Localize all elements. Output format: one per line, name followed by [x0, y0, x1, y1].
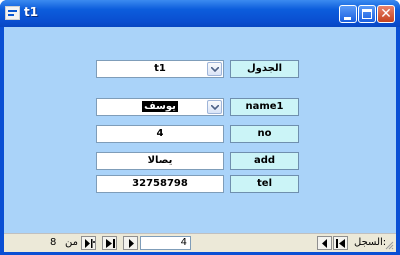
close-icon: ✕: [380, 6, 392, 22]
table-label: الجدول: [230, 60, 299, 78]
add-field-value: يصالا: [147, 155, 173, 166]
record-navigator: السجل: 4 من 8: [4, 233, 396, 252]
table-label-text: الجدول: [246, 63, 283, 74]
record-label: السجل:: [354, 237, 387, 248]
dropdown-arrow-icon: [211, 105, 219, 110]
total-records: 8: [50, 237, 57, 248]
form-window: t1 ✕ t1 الجدول يوسف name1 4 no يصالا add…: [0, 0, 400, 255]
name1-label-text: name1: [245, 101, 284, 112]
add-label: add: [230, 152, 299, 170]
minimize-icon: [344, 17, 351, 20]
window-title: t1: [24, 5, 39, 19]
next-record-icon: [129, 239, 134, 248]
tel-field[interactable]: 32758798: [96, 175, 224, 193]
title-bar[interactable]: t1 ✕: [0, 0, 400, 27]
form-body: t1 الجدول يوسف name1 4 no يصالا add 3275…: [4, 27, 396, 233]
first-record-button[interactable]: [333, 236, 348, 250]
table-combo-dropdown-button[interactable]: [207, 62, 222, 76]
tel-label: tel: [230, 175, 299, 193]
minimize-button[interactable]: [339, 5, 357, 23]
add-label-text: add: [253, 155, 276, 166]
close-button[interactable]: ✕: [377, 5, 395, 23]
name1-combo[interactable]: يوسف: [96, 98, 224, 116]
table-combo[interactable]: t1: [96, 60, 224, 78]
new-record-button[interactable]: [81, 236, 96, 250]
maximize-icon: [362, 9, 372, 19]
new-record-icon: [85, 239, 95, 248]
tel-field-value: 32758798: [132, 178, 188, 189]
no-field-value: 4: [156, 128, 164, 139]
previous-record-icon: [322, 239, 327, 248]
resize-grip-icon[interactable]: [384, 240, 394, 250]
first-record-icon: [336, 239, 345, 248]
no-field[interactable]: 4: [96, 125, 224, 143]
of-label: من: [65, 237, 78, 248]
last-record-icon: [106, 239, 115, 248]
name1-combo-value: يوسف: [142, 101, 178, 112]
no-label-text: no: [257, 128, 272, 139]
current-record-input[interactable]: 4: [140, 236, 191, 250]
next-record-button[interactable]: [123, 236, 138, 250]
name1-label: name1: [230, 98, 299, 116]
previous-record-button[interactable]: [317, 236, 332, 250]
current-record-value: 4: [180, 237, 187, 248]
table-combo-value: t1: [154, 63, 166, 74]
tel-label-text: tel: [257, 178, 272, 189]
name1-combo-dropdown-button[interactable]: [207, 100, 222, 114]
maximize-button[interactable]: [358, 5, 376, 23]
last-record-button[interactable]: [102, 236, 117, 250]
no-label: no: [230, 125, 299, 143]
dropdown-arrow-icon: [211, 67, 219, 72]
window-app-icon[interactable]: [5, 6, 20, 20]
add-field[interactable]: يصالا: [96, 152, 224, 170]
